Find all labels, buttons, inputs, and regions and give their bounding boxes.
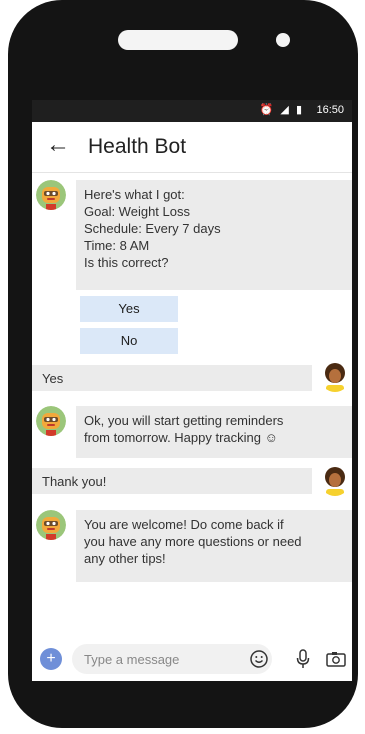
camera-icon[interactable] xyxy=(326,651,346,672)
page-title: Health Bot xyxy=(88,135,187,158)
bot-avatar xyxy=(36,406,66,436)
message-line: Schedule: Every 7 days xyxy=(84,221,221,236)
user-avatar xyxy=(320,466,350,496)
smiley-icon[interactable] xyxy=(250,650,268,673)
phone-frame: ⏰ ◢ ▮ 16:50 ← Health Bot Here's what I g… xyxy=(8,0,358,728)
bot-avatar xyxy=(36,510,66,540)
message-text: Thank you! xyxy=(42,474,107,489)
microphone-icon[interactable] xyxy=(296,649,310,674)
robot-avatar-icon xyxy=(36,510,66,540)
message-input[interactable] xyxy=(72,644,272,674)
message-line: Time: 8 AM xyxy=(84,238,150,253)
quick-reply-no-button[interactable]: No xyxy=(80,328,178,354)
bot-avatar xyxy=(36,180,66,210)
message-line: You are welcome! Do come back if xyxy=(84,517,284,532)
bot-message-reminders: Ok, you will start getting reminders fro… xyxy=(76,406,352,458)
message-line: Ok, you will start getting reminders xyxy=(84,413,284,428)
quick-reply-yes-button[interactable]: Yes xyxy=(80,296,178,322)
earpiece-speaker xyxy=(118,30,238,50)
message-line: Goal: Weight Loss xyxy=(84,204,190,219)
message-line: Is this correct? xyxy=(84,255,169,270)
message-text: Yes xyxy=(42,371,64,386)
robot-avatar-icon xyxy=(36,180,66,210)
back-arrow-icon[interactable]: ← xyxy=(46,131,70,159)
robot-avatar-icon xyxy=(36,406,66,436)
phone-screen: ⏰ ◢ ▮ 16:50 ← Health Bot Here's what I g… xyxy=(32,100,352,681)
bot-message-welcome: You are welcome! Do come back if you hav… xyxy=(76,510,352,582)
status-icons: ⏰ ◢ ▮ xyxy=(259,104,304,116)
status-bar: ⏰ ◢ ▮ 16:50 xyxy=(32,100,352,122)
user-avatar-icon xyxy=(320,466,350,496)
user-message-thanks: Thank you! xyxy=(32,468,312,494)
message-line: from tomorrow. Happy tracking ☺ xyxy=(84,430,278,445)
front-camera xyxy=(276,33,290,47)
message-composer: + xyxy=(32,640,352,681)
message-line: you have any more questions or need xyxy=(84,534,302,549)
message-line: Here's what I got: xyxy=(84,187,185,202)
user-message-yes: Yes xyxy=(32,365,312,391)
status-time: 16:50 xyxy=(316,104,344,116)
user-avatar-icon xyxy=(320,362,350,392)
plus-icon[interactable]: + xyxy=(40,648,62,670)
bot-message-summary: Here's what I got: Goal: Weight Loss Sch… xyxy=(76,180,352,290)
message-line: any other tips! xyxy=(84,551,166,566)
app-bar: ← Health Bot xyxy=(32,122,352,173)
user-avatar xyxy=(320,362,350,392)
